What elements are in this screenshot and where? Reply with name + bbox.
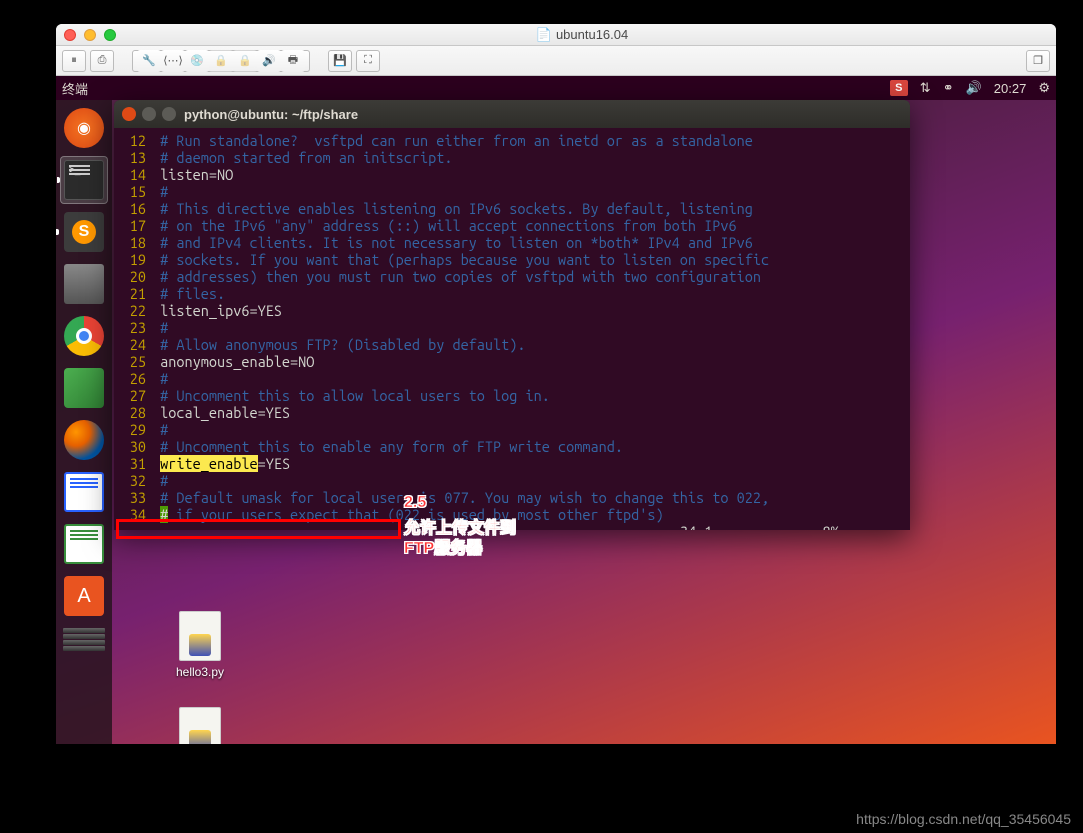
terminal-title-text: python@ubuntu: ~/ftp/share bbox=[184, 107, 358, 122]
sound-icon[interactable]: 🔊 bbox=[257, 50, 281, 72]
vm-title-text: ubuntu16.04 bbox=[556, 27, 628, 42]
watermark: https://blog.csdn.net/qq_35456045 bbox=[856, 811, 1071, 827]
vm-icon: 📄 bbox=[536, 27, 552, 43]
save-icon[interactable]: 💾 bbox=[328, 50, 352, 72]
writer-icon bbox=[64, 472, 104, 512]
launcher-chrome[interactable] bbox=[60, 312, 108, 360]
dash-home[interactable]: ◉ bbox=[60, 104, 108, 152]
launcher-writer[interactable] bbox=[60, 468, 108, 516]
annotation-step: 2.5 bbox=[404, 494, 426, 512]
ubuntu-icon: ◉ bbox=[64, 108, 104, 148]
snapshot-button[interactable]: ⎙ bbox=[90, 50, 114, 72]
terminal-window[interactable]: python@ubuntu: ~/ftp/share 12 # Run stan… bbox=[114, 100, 910, 530]
bluetooth-icon[interactable]: ⚭ bbox=[943, 80, 954, 96]
python-file-icon bbox=[179, 611, 221, 661]
traffic-lights bbox=[64, 29, 116, 41]
file-label: hello3.py bbox=[176, 665, 224, 679]
sublime-icon: S bbox=[64, 212, 104, 252]
disk-icon[interactable]: 💿 bbox=[185, 50, 209, 72]
top-panel: 终端 S ⇅ ⚭ 🔊 20:27 ⚙ bbox=[56, 76, 1056, 100]
python-file-icon bbox=[179, 707, 221, 744]
launcher-software[interactable]: A bbox=[60, 572, 108, 620]
window-title: 📄 ubuntu16.04 bbox=[116, 27, 1048, 43]
minimize-button[interactable] bbox=[84, 29, 96, 41]
vm-toolbar: ⏸ ⎙ 🔧 ⟨⋯⟩ 💿 🔒 🔒 🔊 🖶 💾 ⛶ ❐ bbox=[56, 46, 1056, 76]
launcher-book[interactable] bbox=[60, 364, 108, 412]
annotation-line2: FTP服务器 bbox=[404, 534, 482, 558]
volume-icon[interactable]: 🔊 bbox=[966, 80, 982, 96]
terminal-window-buttons bbox=[122, 107, 176, 121]
term-max-icon[interactable] bbox=[162, 107, 176, 121]
clock[interactable]: 20:27 bbox=[994, 81, 1027, 96]
fullscreen-icon[interactable]: ❐ bbox=[1026, 50, 1050, 72]
calc-icon bbox=[64, 524, 104, 564]
vm-window: 📄 ubuntu16.04 ⏸ ⎙ 🔧 ⟨⋯⟩ 💿 🔒 🔒 🔊 🖶 💾 ⛶ ❐ … bbox=[56, 24, 1056, 744]
desktop-icons: hello3.py hello4.py bbox=[176, 611, 224, 744]
chrome-icon bbox=[64, 316, 104, 356]
terminal-titlebar: python@ubuntu: ~/ftp/share bbox=[114, 100, 910, 128]
fullscreen-toggle-icon[interactable]: ⛶ bbox=[356, 50, 380, 72]
vm-controls-group: 🔧 ⟨⋯⟩ 💿 🔒 🔒 🔊 🖶 bbox=[132, 50, 310, 72]
launcher-firefox[interactable] bbox=[60, 416, 108, 464]
desktop-file-1[interactable]: hello3.py bbox=[176, 611, 224, 679]
ime-indicator-icon[interactable]: S bbox=[890, 80, 908, 96]
files-icon bbox=[64, 264, 104, 304]
printer-icon[interactable]: 🖶 bbox=[281, 50, 305, 72]
firefox-icon bbox=[64, 420, 104, 460]
gear-icon[interactable]: ⚙ bbox=[1038, 80, 1050, 96]
term-close-icon[interactable] bbox=[122, 107, 136, 121]
launcher-files[interactable] bbox=[60, 260, 108, 308]
launcher-stack[interactable] bbox=[60, 624, 108, 664]
settings-icon[interactable]: 🔧 bbox=[137, 50, 161, 72]
ubuntu-desktop: 终端 S ⇅ ⚭ 🔊 20:27 ⚙ ◉ >_ S A hello3.p bbox=[56, 76, 1056, 744]
pause-button[interactable]: ⏸ bbox=[62, 50, 86, 72]
book-icon bbox=[64, 368, 104, 408]
unity-launcher: ◉ >_ S A bbox=[56, 100, 112, 744]
terminal-icon: >_ bbox=[64, 160, 104, 200]
software-icon: A bbox=[64, 576, 104, 616]
hdd1-icon[interactable]: 🔒 bbox=[209, 50, 233, 72]
launcher-terminal[interactable]: >_ bbox=[60, 156, 108, 204]
mac-titlebar: 📄 ubuntu16.04 bbox=[56, 24, 1056, 46]
network-indicator-icon[interactable]: ⇅ bbox=[920, 80, 931, 96]
active-app-label: 终端 bbox=[62, 79, 88, 98]
close-button[interactable] bbox=[64, 29, 76, 41]
terminal-body[interactable]: 12 # Run standalone? vsftpd can run eith… bbox=[114, 128, 910, 530]
stack-icon bbox=[63, 628, 105, 660]
maximize-button[interactable] bbox=[104, 29, 116, 41]
launcher-calc[interactable] bbox=[60, 520, 108, 568]
network-icon[interactable]: ⟨⋯⟩ bbox=[161, 50, 185, 72]
term-min-icon[interactable] bbox=[142, 107, 156, 121]
launcher-sublime[interactable]: S bbox=[60, 208, 108, 256]
indicator-area: S ⇅ ⚭ 🔊 20:27 ⚙ bbox=[890, 80, 1050, 96]
desktop-file-2[interactable]: hello4.py bbox=[176, 707, 224, 744]
hdd2-icon[interactable]: 🔒 bbox=[233, 50, 257, 72]
